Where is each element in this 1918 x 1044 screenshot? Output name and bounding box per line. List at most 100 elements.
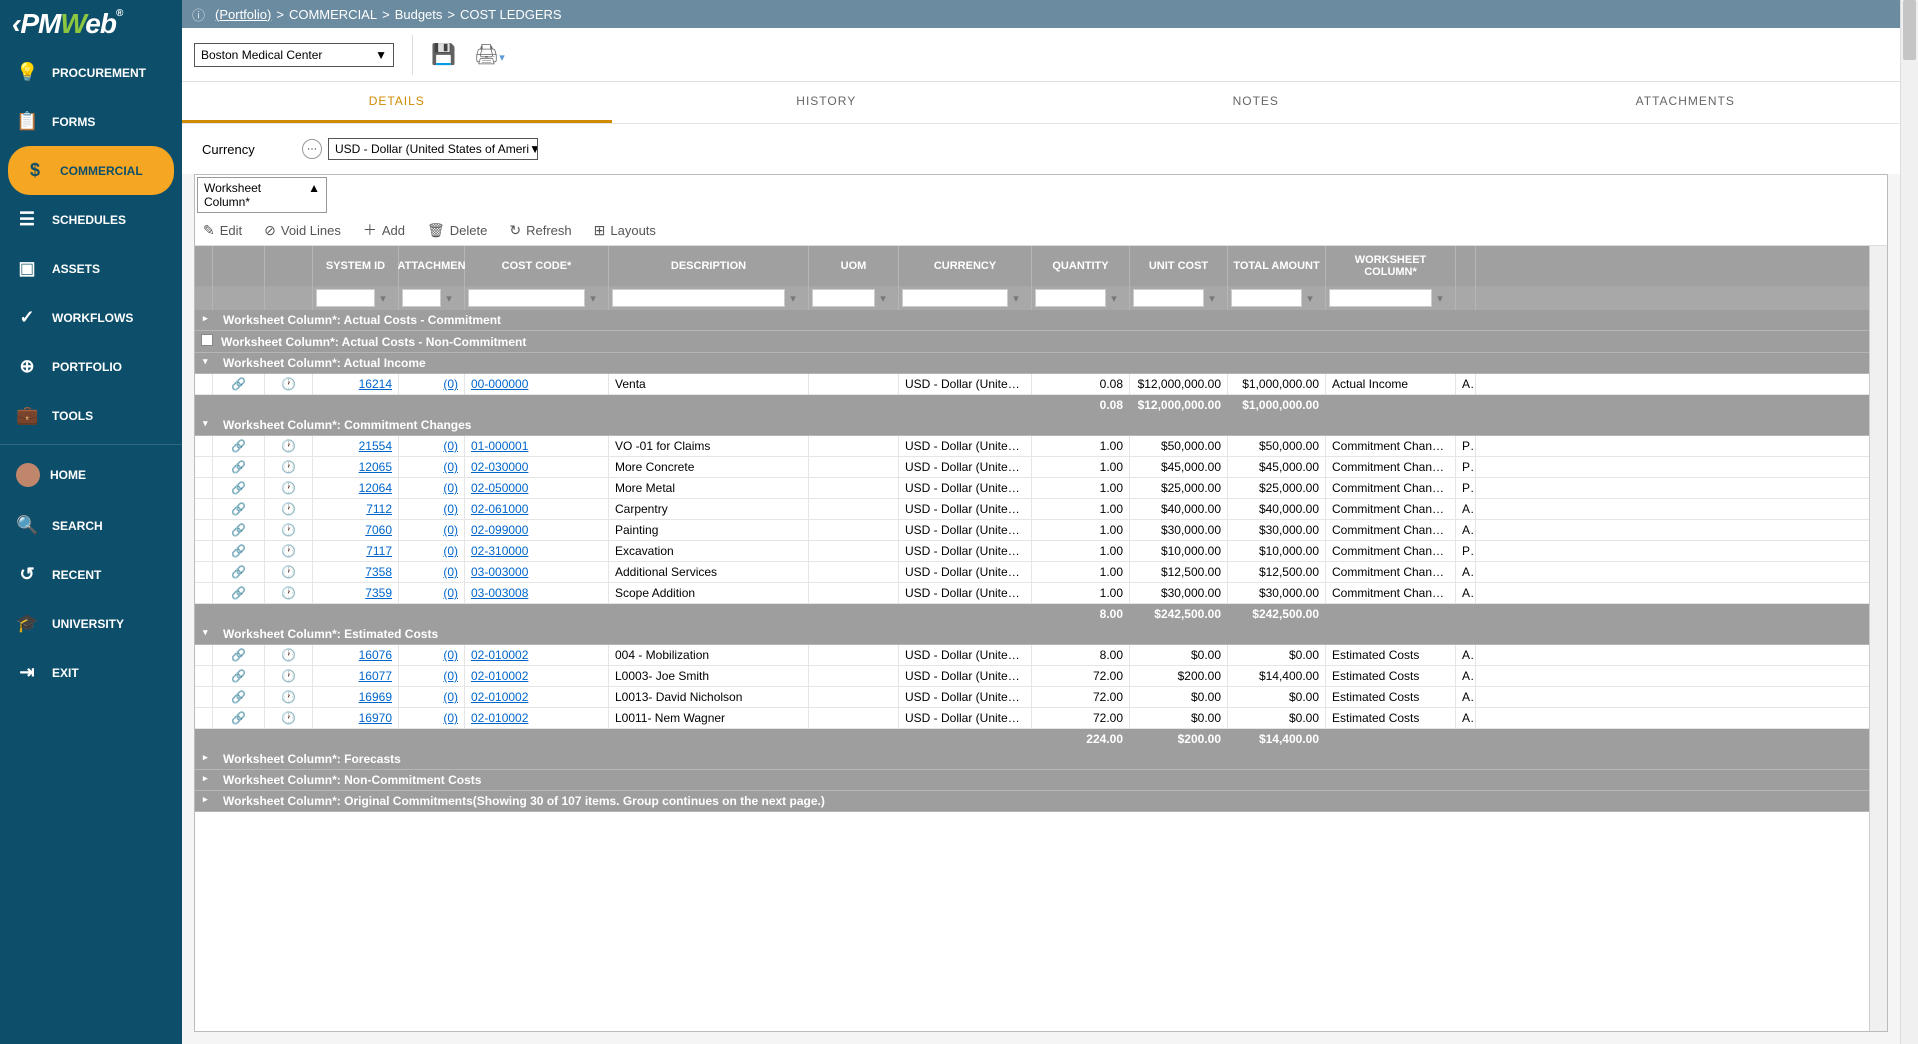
table-row[interactable]: 🔗 🕐 7060 (0) 02-099000 Painting USD - Do… xyxy=(195,520,1869,541)
clock-icon[interactable]: 🕐 xyxy=(281,523,296,537)
cell-system-id[interactable]: 12065 xyxy=(313,457,399,477)
table-row[interactable]: 🔗 🕐 16969 (0) 02-010002 L0013- David Nic… xyxy=(195,687,1869,708)
cell-system-id[interactable]: 21554 xyxy=(313,436,399,456)
nav-university[interactable]: 🎓UNIVERSITY xyxy=(0,599,182,648)
col-worksheet-column[interactable]: WORKSHEET COLUMN* xyxy=(1326,246,1456,286)
cell-cost-code[interactable]: 02-010002 xyxy=(465,666,609,686)
group-row[interactable]: ▸Worksheet Column*: Actual Costs - Non-C… xyxy=(195,331,1869,353)
filter-unit-cost[interactable] xyxy=(1133,289,1204,307)
filter-description[interactable] xyxy=(612,289,785,307)
filter-icon[interactable]: ▾ xyxy=(1204,292,1220,305)
table-row[interactable]: 🔗 🕐 16214 (0) 00-000000 Venta USD - Doll… xyxy=(195,374,1869,395)
group-row[interactable]: ▸Worksheet Column*: Non-Commitment Costs xyxy=(195,770,1869,791)
edit-button[interactable]: ✎Edit xyxy=(203,222,242,239)
cell-cost-code[interactable]: 02-030000 xyxy=(465,457,609,477)
cell-system-id[interactable]: 16970 xyxy=(313,708,399,728)
filter-icon[interactable]: ▾ xyxy=(1432,292,1448,305)
table-row[interactable]: 🔗 🕐 16077 (0) 02-010002 L0003- Joe Smith… xyxy=(195,666,1869,687)
col-total-amount[interactable]: TOTAL AMOUNT xyxy=(1228,246,1326,286)
cell-cost-code[interactable]: 02-099000 xyxy=(465,520,609,540)
cell-cost-code[interactable]: 03-003000 xyxy=(465,562,609,582)
clock-icon[interactable]: 🕐 xyxy=(281,586,296,600)
table-row[interactable]: 🔗 🕐 16970 (0) 02-010002 L0011- Nem Wagne… xyxy=(195,708,1869,729)
info-icon[interactable]: ⓘ xyxy=(192,5,205,24)
filter-icon[interactable]: ▾ xyxy=(785,292,801,305)
nav-search[interactable]: 🔍SEARCH xyxy=(0,501,182,550)
col-currency[interactable]: CURRENCY xyxy=(899,246,1032,286)
filter-quantity[interactable] xyxy=(1035,289,1106,307)
group-row[interactable]: ▾Worksheet Column*: Estimated Costs xyxy=(195,624,1869,645)
cell-cost-code[interactable]: 02-010002 xyxy=(465,687,609,707)
cell-attachment[interactable]: (0) xyxy=(399,374,465,394)
cell-cost-code[interactable]: 01-000001 xyxy=(465,436,609,456)
ellipsis-button[interactable]: ⋯ xyxy=(302,139,322,159)
table-row[interactable]: 🔗 🕐 7112 (0) 02-061000 Carpentry USD - D… xyxy=(195,499,1869,520)
clock-icon[interactable]: 🕐 xyxy=(281,439,296,453)
link-icon[interactable]: 🔗 xyxy=(231,648,246,662)
cell-attachment[interactable]: (0) xyxy=(399,457,465,477)
grid-body[interactable]: ▸Worksheet Column*: Actual Costs - Commi… xyxy=(195,310,1869,1031)
nav-assets[interactable]: ▣ASSETS xyxy=(0,244,182,293)
nav-procurement[interactable]: 💡PROCUREMENT xyxy=(0,48,182,97)
clock-icon[interactable]: 🕐 xyxy=(281,502,296,516)
filter-worksheet-column[interactable] xyxy=(1329,289,1432,307)
clock-icon[interactable]: 🕐 xyxy=(281,377,296,391)
col-unit-cost[interactable]: UNIT COST xyxy=(1130,246,1228,286)
tab-notes[interactable]: NOTES xyxy=(1041,82,1471,123)
cell-system-id[interactable]: 16076 xyxy=(313,645,399,665)
col-description[interactable]: DESCRIPTION xyxy=(609,246,809,286)
link-icon[interactable]: 🔗 xyxy=(231,502,246,516)
nav-recent[interactable]: ↺RECENT xyxy=(0,550,182,599)
col-attachment[interactable]: ATTACHMEN xyxy=(399,246,465,286)
table-row[interactable]: 🔗 🕐 16076 (0) 02-010002 004 - Mobilizati… xyxy=(195,645,1869,666)
cell-attachment[interactable]: (0) xyxy=(399,708,465,728)
nav-forms[interactable]: 📋FORMS xyxy=(0,97,182,146)
nav-workflows[interactable]: ✓WORKFLOWS xyxy=(0,293,182,342)
group-row[interactable]: ▸Worksheet Column*: Forecasts xyxy=(195,749,1869,770)
link-icon[interactable]: 🔗 xyxy=(231,565,246,579)
clock-icon[interactable]: 🕐 xyxy=(281,669,296,683)
filter-icon[interactable]: ▾ xyxy=(1302,292,1318,305)
cell-cost-code[interactable]: 02-061000 xyxy=(465,499,609,519)
cell-cost-code[interactable]: 02-310000 xyxy=(465,541,609,561)
clock-icon[interactable]: 🕐 xyxy=(281,460,296,474)
clock-icon[interactable]: 🕐 xyxy=(281,481,296,495)
filter-attachment[interactable] xyxy=(402,289,441,307)
save-icon[interactable]: 💾 xyxy=(431,42,456,67)
cell-system-id[interactable]: 16214 xyxy=(313,374,399,394)
filter-icon[interactable]: ▾ xyxy=(1106,292,1122,305)
currency-dropdown[interactable]: USD - Dollar (United States of Ameri▼ xyxy=(328,138,538,160)
grid-scrollbar[interactable] xyxy=(1869,246,1887,1031)
cell-attachment[interactable]: (0) xyxy=(399,499,465,519)
nav-portfolio[interactable]: ⊕PORTFOLIO xyxy=(0,342,182,391)
cell-cost-code[interactable]: 02-010002 xyxy=(465,708,609,728)
filter-uom[interactable] xyxy=(812,289,875,307)
cell-system-id[interactable]: 16969 xyxy=(313,687,399,707)
clock-icon[interactable]: 🕐 xyxy=(281,648,296,662)
cell-attachment[interactable]: (0) xyxy=(399,645,465,665)
link-icon[interactable]: 🔗 xyxy=(231,460,246,474)
tab-details[interactable]: DETAILS xyxy=(182,82,612,123)
add-button[interactable]: ＋Add xyxy=(363,220,405,240)
table-row[interactable]: 🔗 🕐 7358 (0) 03-003000 Additional Servic… xyxy=(195,562,1869,583)
group-row[interactable]: ▸Worksheet Column*: Original Commitments… xyxy=(195,791,1869,812)
group-row[interactable]: ▾Worksheet Column*: Actual Income xyxy=(195,353,1869,374)
nav-commercial[interactable]: $COMMERCIAL xyxy=(8,146,174,195)
cell-system-id[interactable]: 16077 xyxy=(313,666,399,686)
table-row[interactable]: 🔗 🕐 7359 (0) 03-003008 Scope Addition US… xyxy=(195,583,1869,604)
void-lines-button[interactable]: ⊘Void Lines xyxy=(264,222,341,239)
table-row[interactable]: 🔗 🕐 12064 (0) 02-050000 More Metal USD -… xyxy=(195,478,1869,499)
cell-cost-code[interactable]: 02-010002 xyxy=(465,645,609,665)
col-quantity[interactable]: QUANTITY xyxy=(1032,246,1130,286)
link-icon[interactable]: 🔗 xyxy=(231,711,246,725)
filter-currency[interactable] xyxy=(902,289,1008,307)
nav-home[interactable]: HOME xyxy=(0,449,182,501)
clock-icon[interactable]: 🕐 xyxy=(281,711,296,725)
cell-cost-code[interactable]: 00-000000 xyxy=(465,374,609,394)
link-icon[interactable]: 🔗 xyxy=(231,669,246,683)
cell-attachment[interactable]: (0) xyxy=(399,687,465,707)
col-system-id[interactable]: SYSTEM ID xyxy=(313,246,399,286)
link-icon[interactable]: 🔗 xyxy=(231,439,246,453)
cell-system-id[interactable]: 7358 xyxy=(313,562,399,582)
clock-icon[interactable]: 🕐 xyxy=(281,544,296,558)
